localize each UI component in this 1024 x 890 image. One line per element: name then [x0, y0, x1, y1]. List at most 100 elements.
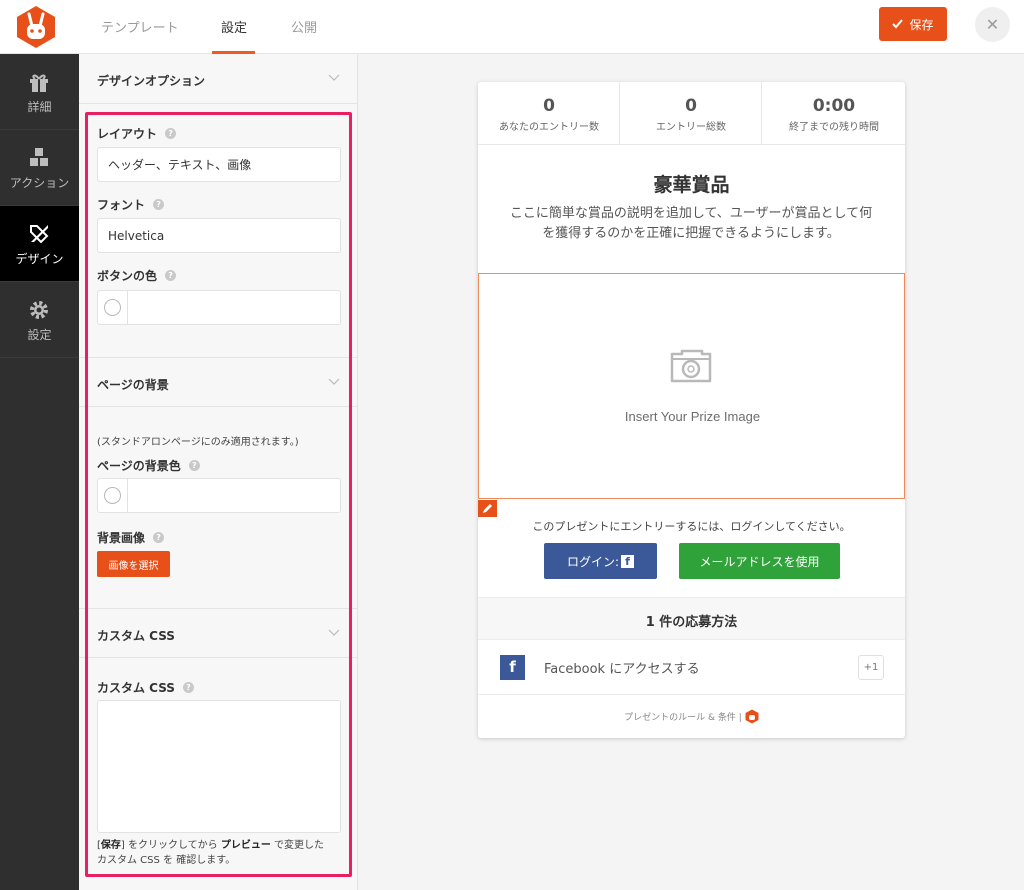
- font-select[interactable]: Helvetica: [97, 218, 341, 253]
- color-swatch-container[interactable]: [98, 291, 128, 324]
- top-bar: テンプレート 設定 公開 保存 ✕: [0, 0, 1024, 54]
- close-button[interactable]: ✕: [975, 7, 1010, 42]
- custom-css-label: カスタム CSS ?: [97, 679, 194, 696]
- page-bg-color-label-text: ページの背景色: [97, 459, 181, 473]
- bg-image-label: 背景画像 ?: [97, 529, 165, 546]
- help-icon[interactable]: ?: [153, 199, 165, 210]
- entry-methods-title: 1 件の応募方法: [478, 597, 905, 640]
- font-label: フォント ?: [97, 196, 165, 213]
- check-icon: [892, 19, 904, 29]
- custom-css-label-text: カスタム CSS: [97, 681, 175, 695]
- prize-image-placeholder[interactable]: Insert Your Prize Image: [478, 273, 905, 499]
- prize-image-text: Insert Your Prize Image: [624, 409, 761, 424]
- page-bg-note: (スタンドアロンページにのみ適用されます。): [97, 437, 299, 448]
- stats-bar: 0 あなたのエントリー数 0 エントリー総数 0:00 終了までの残り時間: [478, 82, 905, 145]
- stat-label: あなたのエントリー数: [499, 122, 599, 133]
- save-button[interactable]: 保存: [879, 7, 947, 41]
- facebook-login-button[interactable]: ログイン: f: [544, 543, 657, 579]
- button-color-field[interactable]: [97, 290, 341, 325]
- help-save-word: 保存: [100, 840, 121, 851]
- nav-label-actions: アクション: [9, 176, 70, 190]
- gift-icon: [30, 74, 48, 92]
- button-color-label-text: ボタンの色: [97, 269, 158, 283]
- facebook-icon: f: [621, 554, 635, 568]
- chevron-down-icon: [328, 74, 340, 81]
- nav-item-details[interactable]: 詳細: [0, 54, 79, 130]
- chevron-down-icon: [328, 378, 340, 385]
- rules-link[interactable]: プレゼントのルール & 条件 |: [624, 710, 742, 723]
- chevron-down-icon: [328, 629, 340, 636]
- section-custom-css-title: カスタム CSS: [97, 629, 175, 643]
- stat-label: 終了までの残り時間: [789, 122, 879, 133]
- tab-template[interactable]: テンプレート: [101, 17, 179, 36]
- edit-pencil-icon[interactable]: [478, 500, 497, 517]
- help-line-2: カスタム CSS を 確認します。: [97, 855, 236, 866]
- select-image-button[interactable]: 画像を選択: [97, 551, 170, 577]
- entry-points-badge: +1: [858, 655, 884, 680]
- nav-item-design[interactable]: デザイン: [0, 206, 79, 282]
- entry-method-label: Facebook にアクセスする: [544, 662, 700, 677]
- stat-your-entries: 0 あなたのエントリー数: [478, 82, 620, 145]
- close-icon: ✕: [985, 15, 1000, 34]
- button-color-label: ボタンの色 ?: [97, 267, 177, 284]
- stat-value: 0: [543, 96, 555, 116]
- save-button-label: 保存: [909, 17, 934, 32]
- help-icon[interactable]: ?: [182, 682, 194, 693]
- facebook-login-label: ログイン:: [566, 554, 620, 569]
- help-icon[interactable]: ?: [153, 532, 165, 543]
- rafflepress-small-logo: [745, 709, 759, 724]
- entry-method-row[interactable]: f Facebook にアクセスする +1: [478, 640, 905, 695]
- tab-settings[interactable]: 設定: [221, 17, 247, 36]
- help-preview-word: プレビュー: [220, 840, 271, 851]
- prize-title[interactable]: 豪華賞品: [478, 170, 905, 197]
- tab-publish[interactable]: 公開: [291, 17, 317, 36]
- color-swatch-container[interactable]: [98, 479, 128, 512]
- nav-label-settings: 設定: [27, 328, 52, 342]
- section-page-background[interactable]: ページの背景: [79, 357, 358, 407]
- rules-footer[interactable]: プレゼントのルール & 条件 |: [478, 709, 905, 724]
- layout-select[interactable]: ヘッダー、テキスト、画像: [97, 147, 341, 182]
- page-bg-color-field[interactable]: [97, 478, 341, 513]
- nav-label-details: 詳細: [27, 100, 52, 114]
- stat-value: 0: [685, 96, 697, 116]
- design-tools-icon: [30, 225, 49, 244]
- page-bg-color-label: ページの背景色 ?: [97, 457, 200, 474]
- cubes-icon: [30, 148, 48, 166]
- camera-icon: [670, 349, 712, 383]
- help-mid-2: で変更した: [270, 840, 325, 851]
- nav-item-settings[interactable]: 設定: [0, 282, 79, 358]
- stat-label: エントリー総数: [656, 122, 726, 133]
- custom-css-help-text: [保存] をクリックしてから プレビュー で変更した カスタム CSS を 確認…: [97, 838, 343, 868]
- giveaway-preview-card: 0 あなたのエントリー数 0 エントリー総数 0:00 終了までの残り時間 豪華…: [478, 82, 905, 738]
- nav-label-design: デザイン: [15, 252, 64, 266]
- font-label-text: フォント: [97, 198, 146, 212]
- layout-label: レイアウト ?: [97, 125, 177, 142]
- left-nav: 詳細 アクション デザイン 設定: [0, 54, 79, 890]
- layout-select-value: ヘッダー、テキスト、画像: [108, 158, 252, 172]
- section-design-options-title: デザインオプション: [97, 74, 206, 88]
- nav-item-actions[interactable]: アクション: [0, 130, 79, 206]
- bg-image-label-text: 背景画像: [97, 531, 146, 545]
- stat-total-entries: 0 エントリー総数: [620, 82, 762, 145]
- help-icon[interactable]: ?: [165, 128, 177, 139]
- section-page-background-title: ページの背景: [97, 378, 169, 392]
- section-design-options[interactable]: デザインオプション: [79, 54, 358, 104]
- help-icon[interactable]: ?: [165, 270, 177, 281]
- prize-description[interactable]: ここに簡単な賞品の説明を追加して、ユーザーが賞品として何を獲得するのかを正確に把…: [506, 204, 876, 244]
- help-icon[interactable]: ?: [188, 460, 200, 471]
- section-custom-css[interactable]: カスタム CSS: [79, 608, 358, 658]
- gear-icon: [30, 301, 48, 319]
- facebook-letter: f: [509, 658, 516, 676]
- font-select-value: Helvetica: [108, 228, 165, 243]
- login-prompt: このプレゼントにエントリーするには、ログインしてください。: [532, 520, 851, 533]
- rafflepress-logo[interactable]: [15, 5, 57, 49]
- stat-value: 0:00: [812, 96, 856, 116]
- use-email-button[interactable]: メールアドレスを使用: [679, 543, 840, 579]
- color-swatch[interactable]: [104, 487, 121, 504]
- design-settings-panel: デザインオプション レイアウト ? ヘッダー、テキスト、画像 フォント ? He…: [79, 54, 358, 890]
- custom-css-textarea[interactable]: [97, 700, 341, 833]
- pencil-icon: [483, 504, 492, 513]
- help-mid-1: ] をクリックしてから: [120, 840, 221, 851]
- stat-time-remaining: 0:00 終了までの残り時間: [763, 82, 905, 145]
- color-swatch[interactable]: [104, 299, 121, 316]
